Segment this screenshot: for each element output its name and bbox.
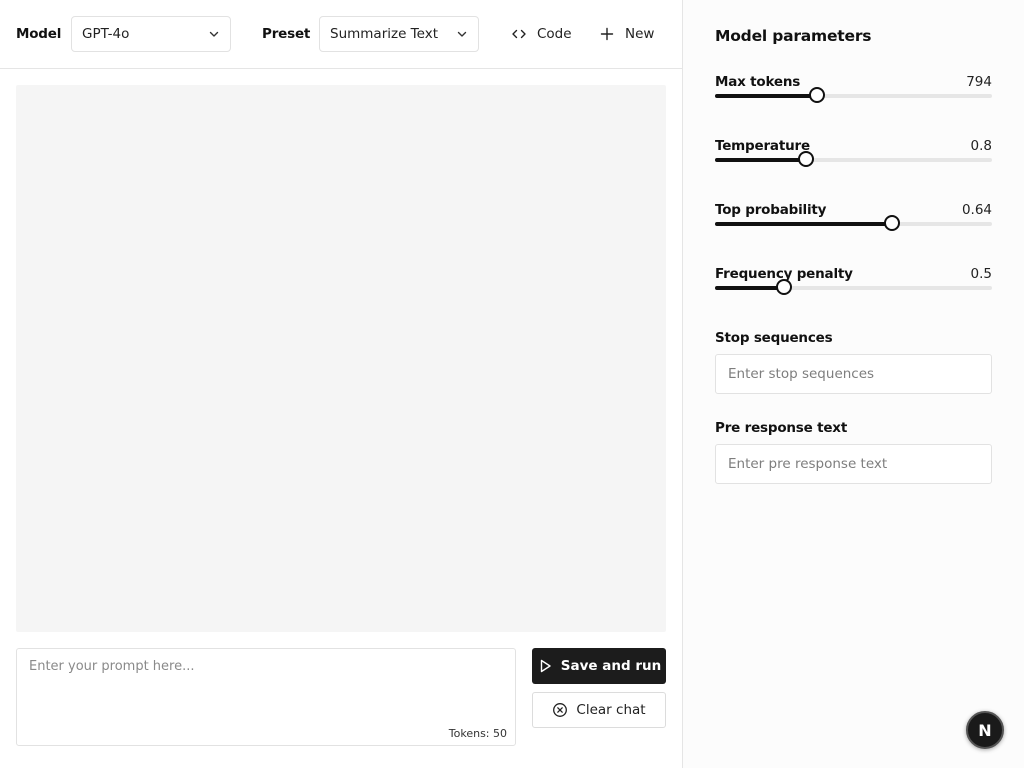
preset-select[interactable]: Summarize Text bbox=[319, 16, 479, 52]
model-select[interactable]: GPT-4o bbox=[71, 16, 231, 52]
slider-thumb[interactable] bbox=[798, 151, 815, 167]
preset-label: Preset bbox=[262, 26, 311, 42]
model-label: Model bbox=[16, 26, 62, 42]
clear-chat-button[interactable]: Clear chat bbox=[532, 692, 666, 728]
chevron-down-icon bbox=[209, 31, 219, 37]
slider-fill bbox=[715, 222, 893, 226]
playground-main: Model GPT-4o Preset Summarize Text Code … bbox=[0, 0, 683, 768]
new-button-label: New bbox=[625, 26, 655, 42]
prompt-box: Tokens: 50 bbox=[16, 648, 516, 746]
parameters-panel: Model parameters Max tokens 794 Temperat… bbox=[683, 0, 1024, 768]
code-icon bbox=[512, 29, 526, 39]
stop-sequences-field bbox=[715, 354, 992, 394]
param-label: Temperature bbox=[715, 138, 810, 154]
slider-thumb[interactable] bbox=[884, 215, 901, 231]
x-circle-icon bbox=[553, 703, 568, 717]
stop-sequences-input[interactable] bbox=[716, 355, 991, 393]
param-top-probability: Top probability 0.64 bbox=[715, 202, 992, 242]
avatar[interactable]: N bbox=[966, 711, 1004, 749]
prompt-input[interactable] bbox=[17, 649, 515, 745]
stop-sequences-label: Stop sequences bbox=[715, 330, 833, 346]
slider-fill bbox=[715, 286, 785, 290]
slider-track[interactable] bbox=[715, 279, 992, 295]
save-and-run-label: Save and run bbox=[560, 658, 662, 674]
chat-output-area bbox=[16, 85, 666, 632]
chevron-down-icon bbox=[457, 31, 467, 37]
pre-response-label: Pre response text bbox=[715, 420, 848, 436]
model-select-value: GPT-4o bbox=[82, 26, 130, 42]
slider-track[interactable] bbox=[715, 87, 992, 103]
pre-response-field bbox=[715, 444, 992, 484]
code-button-label: Code bbox=[537, 26, 572, 42]
play-icon bbox=[540, 659, 551, 673]
param-value: 794 bbox=[966, 74, 992, 90]
param-temperature: Temperature 0.8 bbox=[715, 138, 992, 178]
slider-thumb[interactable] bbox=[776, 279, 793, 295]
param-value: 0.8 bbox=[970, 138, 992, 154]
slider-fill bbox=[715, 94, 818, 98]
new-button[interactable]: New bbox=[599, 16, 654, 52]
param-value: 0.64 bbox=[961, 202, 992, 218]
slider-track[interactable] bbox=[715, 215, 992, 231]
preset-select-value: Summarize Text bbox=[330, 26, 438, 42]
param-label: Top probability bbox=[715, 202, 827, 218]
top-toolbar: Model GPT-4o Preset Summarize Text Code … bbox=[0, 0, 682, 69]
slider-thumb[interactable] bbox=[809, 87, 826, 103]
slider-fill bbox=[715, 158, 807, 162]
param-value: 0.5 bbox=[970, 266, 992, 282]
slider-track[interactable] bbox=[715, 151, 992, 167]
code-button[interactable]: Code bbox=[511, 16, 572, 52]
plus-icon bbox=[600, 27, 614, 41]
clear-chat-label: Clear chat bbox=[576, 702, 646, 718]
param-max-tokens: Max tokens 794 bbox=[715, 74, 992, 114]
panel-title: Model parameters bbox=[715, 27, 872, 45]
pre-response-input[interactable] bbox=[716, 445, 991, 483]
param-label: Max tokens bbox=[715, 74, 801, 90]
save-and-run-button[interactable]: Save and run bbox=[532, 648, 666, 684]
param-frequency-penalty: Frequency penalty 0.5 bbox=[715, 266, 992, 306]
token-count: Tokens: 50 bbox=[448, 727, 507, 740]
